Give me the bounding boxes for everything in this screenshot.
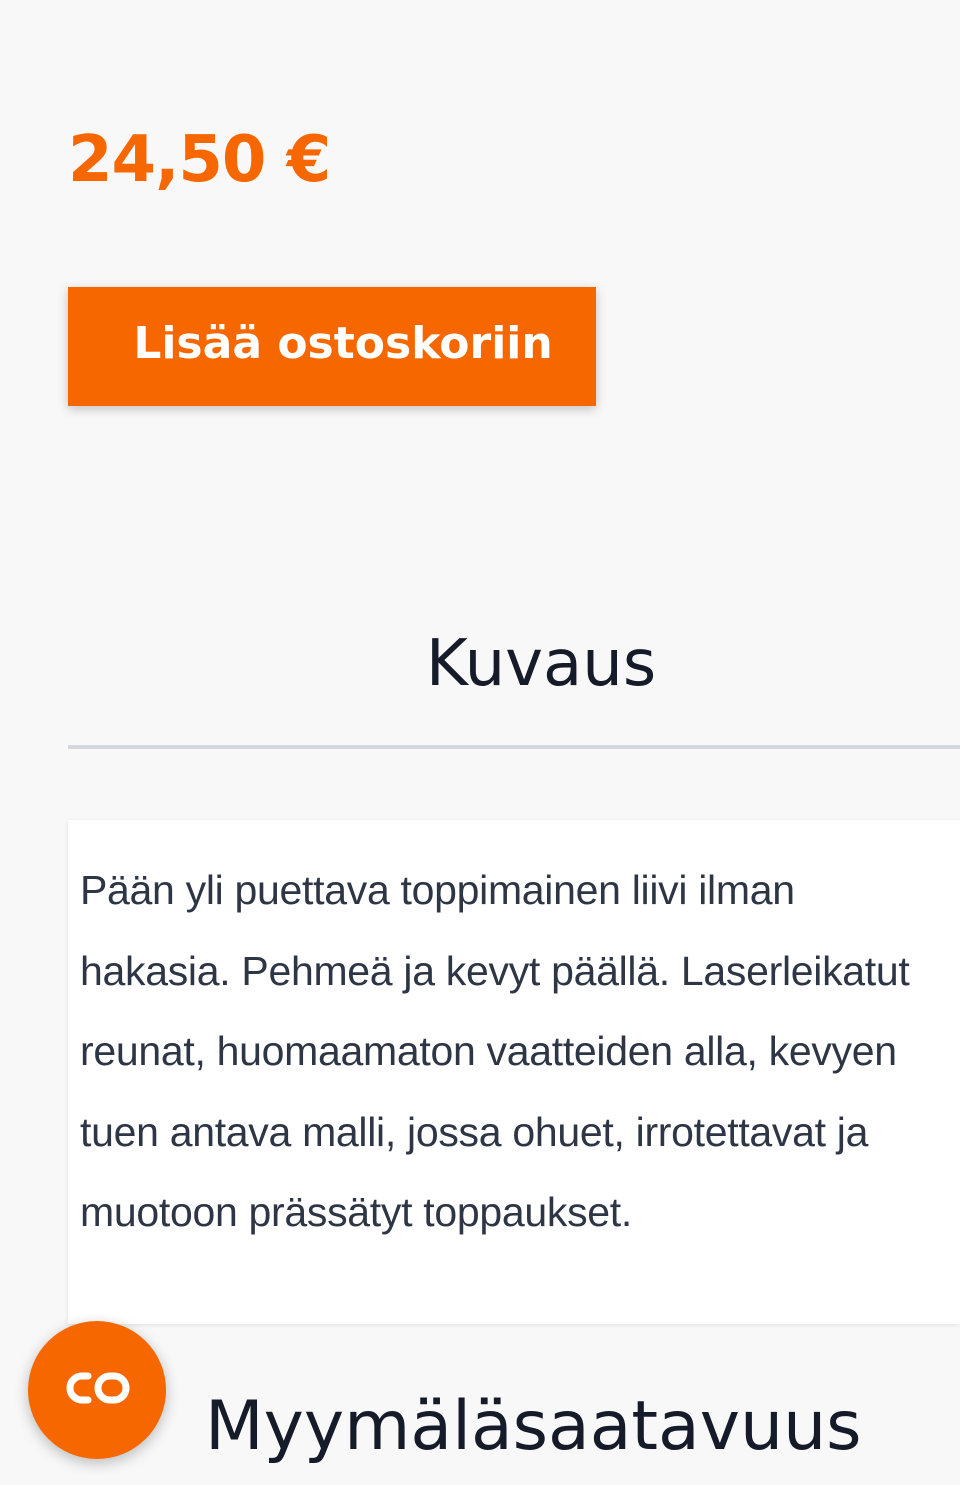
description-tab-title[interactable]: Kuvaus xyxy=(68,622,960,706)
description-panel: Pään yli puettava toppimainen liivi ilma… xyxy=(68,820,960,1324)
tab-divider xyxy=(68,745,960,749)
chat-link-icon xyxy=(62,1368,132,1412)
store-availability-title: Myymäläsaatavuus xyxy=(205,1387,862,1466)
chat-button[interactable] xyxy=(28,1321,166,1459)
product-price: 24,50 € xyxy=(68,123,331,197)
add-to-cart-button[interactable]: Lisää ostoskoriin xyxy=(68,287,596,406)
description-text: Pään yli puettava toppimainen liivi ilma… xyxy=(80,867,910,1235)
